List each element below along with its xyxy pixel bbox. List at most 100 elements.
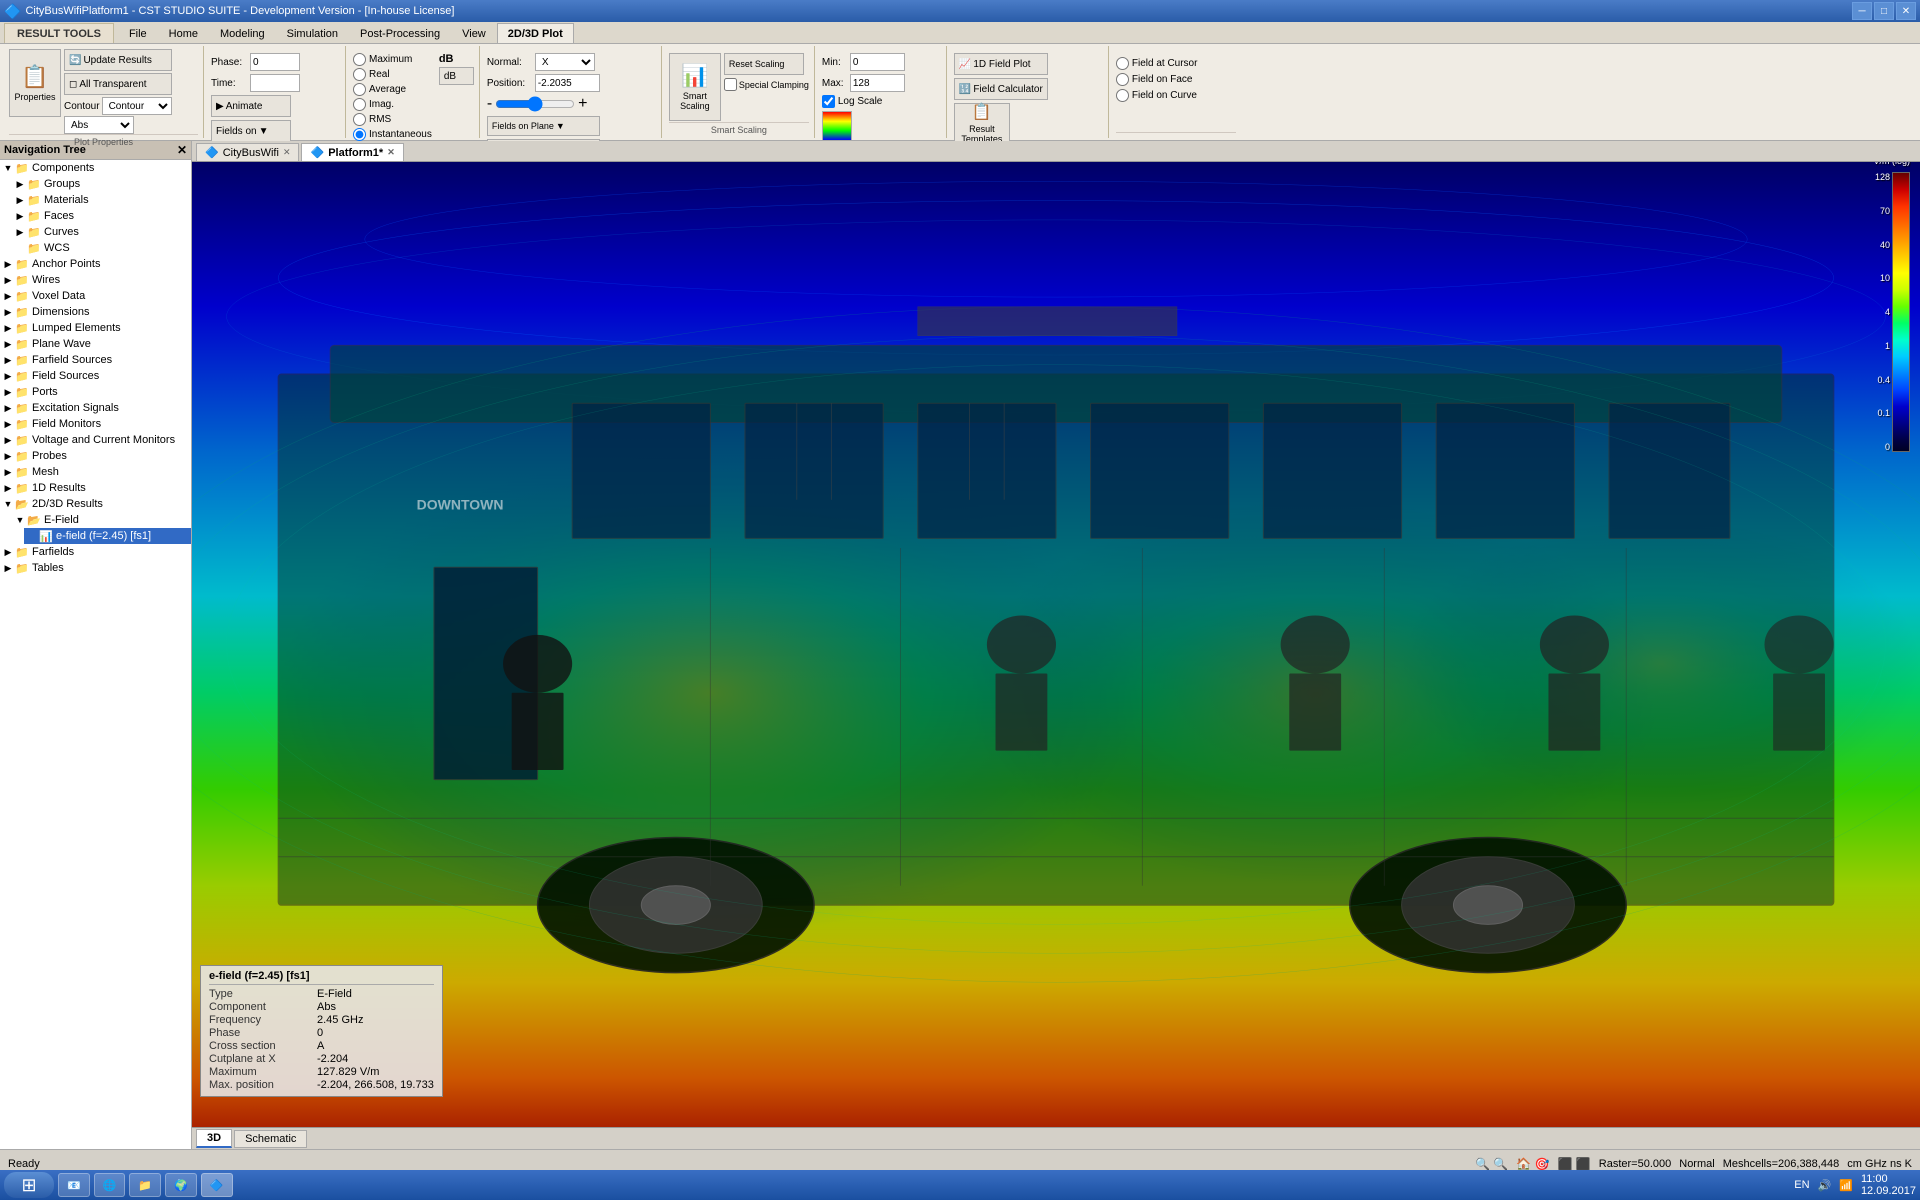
min-input[interactable]	[850, 53, 905, 71]
reset-scaling-button[interactable]: Reset Scaling	[724, 53, 804, 75]
tree-item-components[interactable]: ▼ 📁 Components	[0, 160, 191, 176]
average-radio[interactable]	[353, 83, 366, 96]
field-on-face-radio[interactable]	[1116, 73, 1129, 86]
tree-item-dimensions[interactable]: ▶ 📁 Dimensions	[0, 304, 191, 320]
contour-select[interactable]: Contour	[102, 97, 172, 115]
close-button[interactable]: ✕	[1896, 2, 1916, 20]
tab-file[interactable]: File	[118, 23, 158, 43]
tree-item-ports[interactable]: ▶ 📁 Ports	[0, 384, 191, 400]
tree-item-plane-wave[interactable]: ▶ 📁 Plane Wave	[0, 336, 191, 352]
maximize-button[interactable]: □	[1874, 2, 1894, 20]
tree-item-wires[interactable]: ▶ 📁 Wires	[0, 272, 191, 288]
info-row-phase: Phase 0	[209, 1027, 434, 1039]
slider-row: - +	[487, 95, 600, 113]
maximum-radio[interactable]	[353, 53, 366, 66]
toggle-curves: ▶	[14, 227, 26, 238]
max-row: Max:	[822, 74, 905, 92]
field-calculator-button[interactable]: 🔢 Field Calculator	[954, 78, 1048, 100]
fields-on-button[interactable]: Fields on ▼	[211, 120, 291, 142]
max-input[interactable]	[850, 74, 905, 92]
citybus-tab-close[interactable]: ✕	[283, 147, 291, 158]
field-plot-1d-button[interactable]: 📈 1D Field Plot	[954, 53, 1048, 75]
tree-item-1d-results[interactable]: ▶ 📁 1D Results	[0, 480, 191, 496]
folder-icon-2d3d-results: 📂	[14, 497, 30, 511]
tree-item-farfield-sources[interactable]: ▶ 📁 Farfield Sources	[0, 352, 191, 368]
taskbar-item-ie[interactable]: 🌐	[94, 1173, 126, 1197]
tree-item-materials[interactable]: ▶ 📁 Materials	[12, 192, 191, 208]
tree-item-farfields[interactable]: ▶ 📁 Farfields	[0, 544, 191, 560]
result-tools-tab[interactable]: RESULT TOOLS	[4, 23, 114, 43]
schematic-view-button[interactable]: Schematic	[234, 1130, 307, 1148]
tab-view[interactable]: View	[451, 23, 497, 43]
real-radio[interactable]	[353, 68, 366, 81]
tree-item-groups[interactable]: ▶ 📁 Groups	[12, 176, 191, 192]
cst-icon: 🔷	[210, 1179, 224, 1192]
tree-label-mesh: Mesh	[32, 466, 59, 478]
instantaneous-radio[interactable]	[353, 128, 366, 141]
platform1-tab-close[interactable]: ✕	[387, 147, 395, 158]
minimize-button[interactable]: ─	[1852, 2, 1872, 20]
tree-item-volt-current-monitors[interactable]: ▶ 📁 Voltage and Current Monitors	[0, 432, 191, 448]
tree-item-excitation-signals[interactable]: ▶ 📁 Excitation Signals	[0, 400, 191, 416]
tree-item-tables[interactable]: ▶ 📁 Tables	[0, 560, 191, 576]
properties-button[interactable]: 📋 Properties	[9, 49, 61, 117]
result-templates-button[interactable]: 📋 Result Templates	[954, 103, 1010, 143]
animate-button[interactable]: ▶ Animate	[211, 95, 291, 117]
tree-item-voxel-data[interactable]: ▶ 📁 Voxel Data	[0, 288, 191, 304]
scale-labels: 128 70 40 10 4 1 0.4 0.1 0	[1875, 172, 1892, 452]
tab-postprocessing[interactable]: Post-Processing	[349, 23, 451, 43]
taskbar-item-cst[interactable]: 🔷	[201, 1173, 233, 1197]
abs-select[interactable]: Abs	[64, 116, 134, 134]
update-results-button[interactable]: 🔄 Update Results	[64, 49, 172, 71]
tree-item-wcs[interactable]: 📁 WCS	[12, 240, 191, 256]
3d-view-button[interactable]: 3D	[196, 1129, 232, 1148]
toggle-groups: ▶	[14, 179, 26, 190]
time-input[interactable]	[250, 74, 300, 92]
fields-on-plane-button[interactable]: Fields on Plane ▼	[487, 116, 600, 136]
special-clamping-checkbox[interactable]	[724, 78, 737, 91]
tree-item-probes[interactable]: ▶ 📁 Probes	[0, 448, 191, 464]
position-input[interactable]	[535, 74, 600, 92]
tree-item-efield[interactable]: ▼ 📂 E-Field	[12, 512, 191, 528]
title-bar: 🔷 CityBusWifiPlatform1 - CST STUDIO SUIT…	[0, 0, 1920, 22]
tree-item-anchor-points[interactable]: ▶ 📁 Anchor Points	[0, 256, 191, 272]
taskbar-item-outlook[interactable]: 📧	[58, 1173, 90, 1197]
tree-item-faces[interactable]: ▶ 📁 Faces	[12, 208, 191, 224]
tab-citybus[interactable]: 🔷 CityBusWifi ✕	[196, 143, 299, 161]
imag-radio[interactable]	[353, 98, 366, 111]
field-at-cursor-radio[interactable]	[1116, 57, 1129, 70]
tree-item-field-sources[interactable]: ▶ 📁 Field Sources	[0, 368, 191, 384]
tree-item-field-monitors[interactable]: ▶ 📁 Field Monitors	[0, 416, 191, 432]
db-button[interactable]: dB	[439, 67, 474, 85]
tree-item-efield-f245[interactable]: 📊 e-field (f=2.45) [fs1]	[24, 528, 191, 544]
title-bar-left: 🔷 CityBusWifiPlatform1 - CST STUDIO SUIT…	[4, 3, 454, 20]
tab-home[interactable]: Home	[158, 23, 209, 43]
start-button[interactable]: ⊞	[4, 1172, 54, 1198]
tab-modeling[interactable]: Modeling	[209, 23, 276, 43]
title-bar-title: CityBusWifiPlatform1 - CST STUDIO SUITE …	[25, 5, 454, 17]
normal-select[interactable]: X Y Z	[535, 53, 595, 71]
taskbar-item-explorer[interactable]: 📁	[129, 1173, 161, 1197]
scale-unit: V/m (log)	[1873, 162, 1910, 166]
folder-icon-probes: 📁	[14, 449, 30, 463]
tree-item-curves[interactable]: ▶ 📁 Curves	[12, 224, 191, 240]
smart-scaling-button[interactable]: 📊 Smart Scaling	[669, 53, 721, 121]
phase-input[interactable]	[250, 53, 300, 71]
tab-simulation[interactable]: Simulation	[276, 23, 349, 43]
field-on-curve-radio[interactable]	[1116, 89, 1129, 102]
folder-icon-ports: 📁	[14, 385, 30, 399]
position-slider[interactable]	[495, 97, 575, 111]
tree-item-mesh[interactable]: ▶ 📁 Mesh	[0, 464, 191, 480]
all-transparent-button[interactable]: ◻ All Transparent	[64, 73, 172, 95]
rms-radio[interactable]	[353, 113, 366, 126]
main-viewport[interactable]: DOWNTOWN V/m (log) 128 70 40 10 4	[192, 162, 1920, 1127]
tab-platform1[interactable]: 🔷 Platform1* ✕	[301, 143, 403, 161]
taskbar-item-chrome[interactable]: 🌍	[165, 1173, 197, 1197]
tree-item-2d3d-results[interactable]: ▼ 📂 2D/3D Results	[0, 496, 191, 512]
navigation-tree: Navigation Tree ✕ ▼ 📁 Components ▶ 📁 Gro…	[0, 141, 192, 1149]
tab-2d3dplot[interactable]: 2D/3D Plot	[497, 23, 574, 43]
real-label: Real	[369, 69, 390, 80]
log-scale-checkbox[interactable]	[822, 95, 835, 108]
scale-val-04: 0.4	[1877, 375, 1890, 385]
tree-item-lumped-elements[interactable]: ▶ 📁 Lumped Elements	[0, 320, 191, 336]
